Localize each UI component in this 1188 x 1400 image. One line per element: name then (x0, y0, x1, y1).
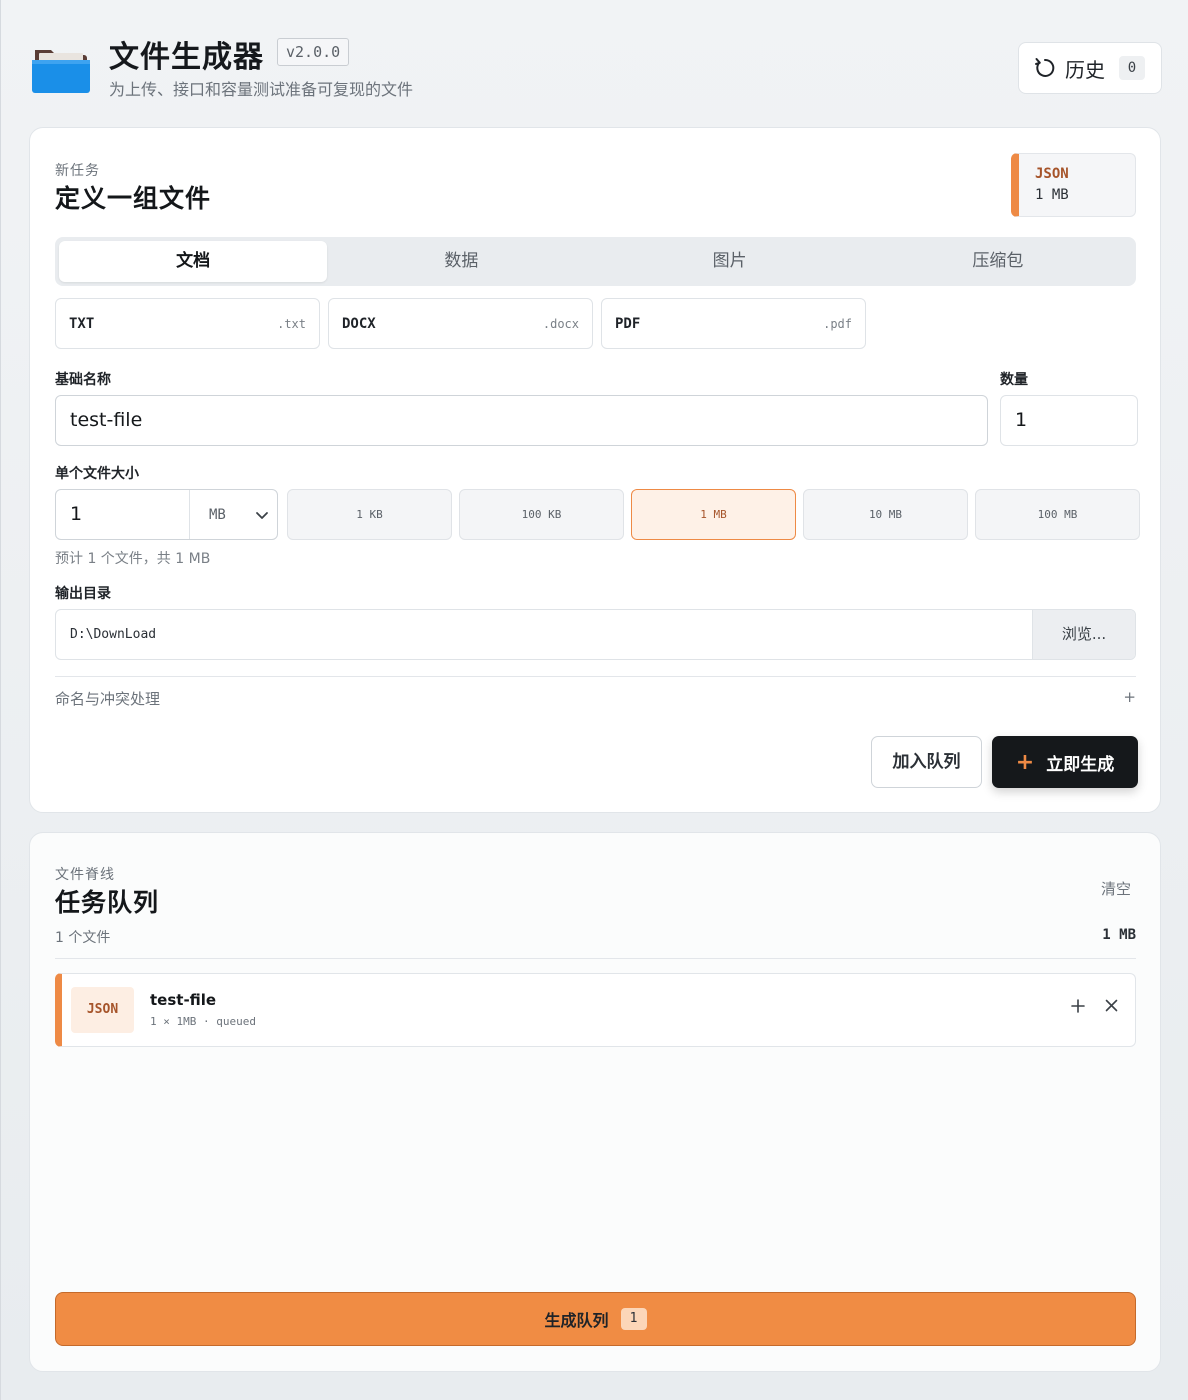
generate-queue-count: 1 (620, 1308, 647, 1330)
queue-item-detail: 1 × 1MB · queued (150, 1015, 256, 1028)
output-dir-group: D:\DownLoad 浏览... (55, 609, 1136, 660)
summary-chip: JSON 1 MB (1011, 153, 1136, 217)
output-dir-label: 输出目录 (55, 586, 111, 602)
preset-100kb[interactable]: 100 KB (459, 489, 624, 540)
history-count-badge: 0 (1119, 56, 1145, 80)
quantity-input[interactable]: 1 (1000, 395, 1138, 446)
format-option-pdf[interactable]: PDF .pdf (601, 298, 866, 349)
preset-10mb[interactable]: 10 MB (803, 489, 968, 540)
file-size-input[interactable]: 1 (56, 490, 190, 539)
queue-title: 任务队列 (55, 888, 160, 917)
version-badge: v2.0.0 (277, 38, 350, 66)
app-subtitle: 为上传、接口和容量测试准备可复现的文件 (109, 80, 414, 99)
plus-icon[interactable] (1071, 999, 1085, 1013)
file-size-group: 1 MB (55, 489, 278, 540)
task-title: 定义一组文件 (55, 184, 212, 213)
preset-1mb[interactable]: 1 MB (631, 489, 796, 540)
app-header: 文件生成器 v2.0.0 为上传、接口和容量测试准备可复现的文件 历史 0 (29, 30, 1162, 100)
preset-100mb[interactable]: 100 MB (975, 489, 1140, 540)
format-ext: .docx (542, 316, 579, 331)
app-title: 文件生成器 (109, 40, 264, 75)
output-dir-input[interactable]: D:\DownLoad (56, 610, 1032, 659)
base-name-label: 基础名称 (55, 372, 111, 388)
divider (55, 676, 1136, 677)
category-tabs: 文档 数据 图片 压缩包 (55, 237, 1136, 286)
refresh-icon (1035, 58, 1055, 77)
format-option-txt[interactable]: TXT .txt (55, 298, 320, 349)
base-name-input[interactable]: test-file (55, 395, 988, 446)
task-queue-card: 文件脊线 任务队列 清空 1 个文件 1 MB JSON test-file 1… (29, 832, 1161, 1372)
tab-archives[interactable]: 压缩包 (864, 241, 1132, 282)
queue-kicker: 文件脊线 (55, 867, 115, 883)
preset-1kb[interactable]: 1 KB (287, 489, 452, 540)
app-window: 文件生成器 v2.0.0 为上传、接口和容量测试准备可复现的文件 历史 0 新任… (0, 0, 1188, 1400)
file-size-label: 单个文件大小 (55, 466, 139, 482)
divider (55, 958, 1136, 959)
generate-now-label: 立即生成 (1046, 754, 1115, 775)
format-ext: .pdf (823, 316, 852, 331)
format-ext: .txt (277, 316, 306, 331)
close-icon[interactable] (1105, 999, 1118, 1012)
naming-options-toggle[interactable]: 命名与冲突处理 + (55, 688, 1136, 708)
add-to-queue-button[interactable]: 加入队列 (871, 736, 982, 788)
naming-options-label: 命名与冲突处理 (55, 690, 161, 708)
summary-size: 1 MB (1035, 187, 1069, 203)
history-label: 历史 (1065, 57, 1105, 82)
size-unit-value: MB (209, 506, 226, 523)
format-name: DOCX (342, 315, 376, 332)
size-estimate: 预计 1 个文件，共 1 MB (55, 551, 211, 567)
chevron-down-icon (256, 511, 268, 519)
new-task-card: 新任务 定义一组文件 JSON 1 MB 文档 数据 图片 压缩包 TXT .t… (29, 127, 1161, 813)
queue-item[interactable]: JSON test-file 1 × 1MB · queued (55, 973, 1136, 1047)
format-options: TXT .txt DOCX .docx PDF .pdf (55, 298, 866, 349)
size-unit-select[interactable]: MB (190, 490, 277, 539)
generate-queue-label: 生成队列 (544, 1311, 609, 1330)
format-name: PDF (615, 315, 641, 332)
generate-now-button[interactable]: + 立即生成 (992, 736, 1138, 788)
tab-data[interactable]: 数据 (327, 241, 595, 282)
browse-button[interactable]: 浏览... (1032, 610, 1135, 659)
quantity-label: 数量 (1000, 372, 1028, 388)
format-option-docx[interactable]: DOCX .docx (328, 298, 593, 349)
queue-item-name: test-file (150, 991, 217, 1009)
queue-meta: 1 个文件 1 MB (55, 927, 1136, 947)
plus-icon: + (1015, 749, 1035, 775)
clear-queue-button[interactable]: 清空 (1101, 878, 1131, 899)
summary-format: JSON (1035, 166, 1069, 182)
queue-item-format-badge: JSON (71, 987, 134, 1033)
plus-icon: + (1123, 688, 1136, 706)
queue-total-size: 1 MB (1102, 927, 1136, 943)
folder-icon (32, 50, 90, 93)
generate-queue-button[interactable]: 生成队列 1 (55, 1292, 1136, 1346)
size-presets: 1 KB 100 KB 1 MB 10 MB 100 MB (287, 489, 1140, 540)
task-kicker: 新任务 (55, 163, 100, 179)
tab-documents[interactable]: 文档 (59, 241, 328, 282)
history-button[interactable]: 历史 0 (1018, 42, 1162, 94)
tab-images[interactable]: 图片 (596, 241, 864, 282)
queue-file-count: 1 个文件 (55, 930, 111, 946)
format-name: TXT (69, 315, 95, 332)
